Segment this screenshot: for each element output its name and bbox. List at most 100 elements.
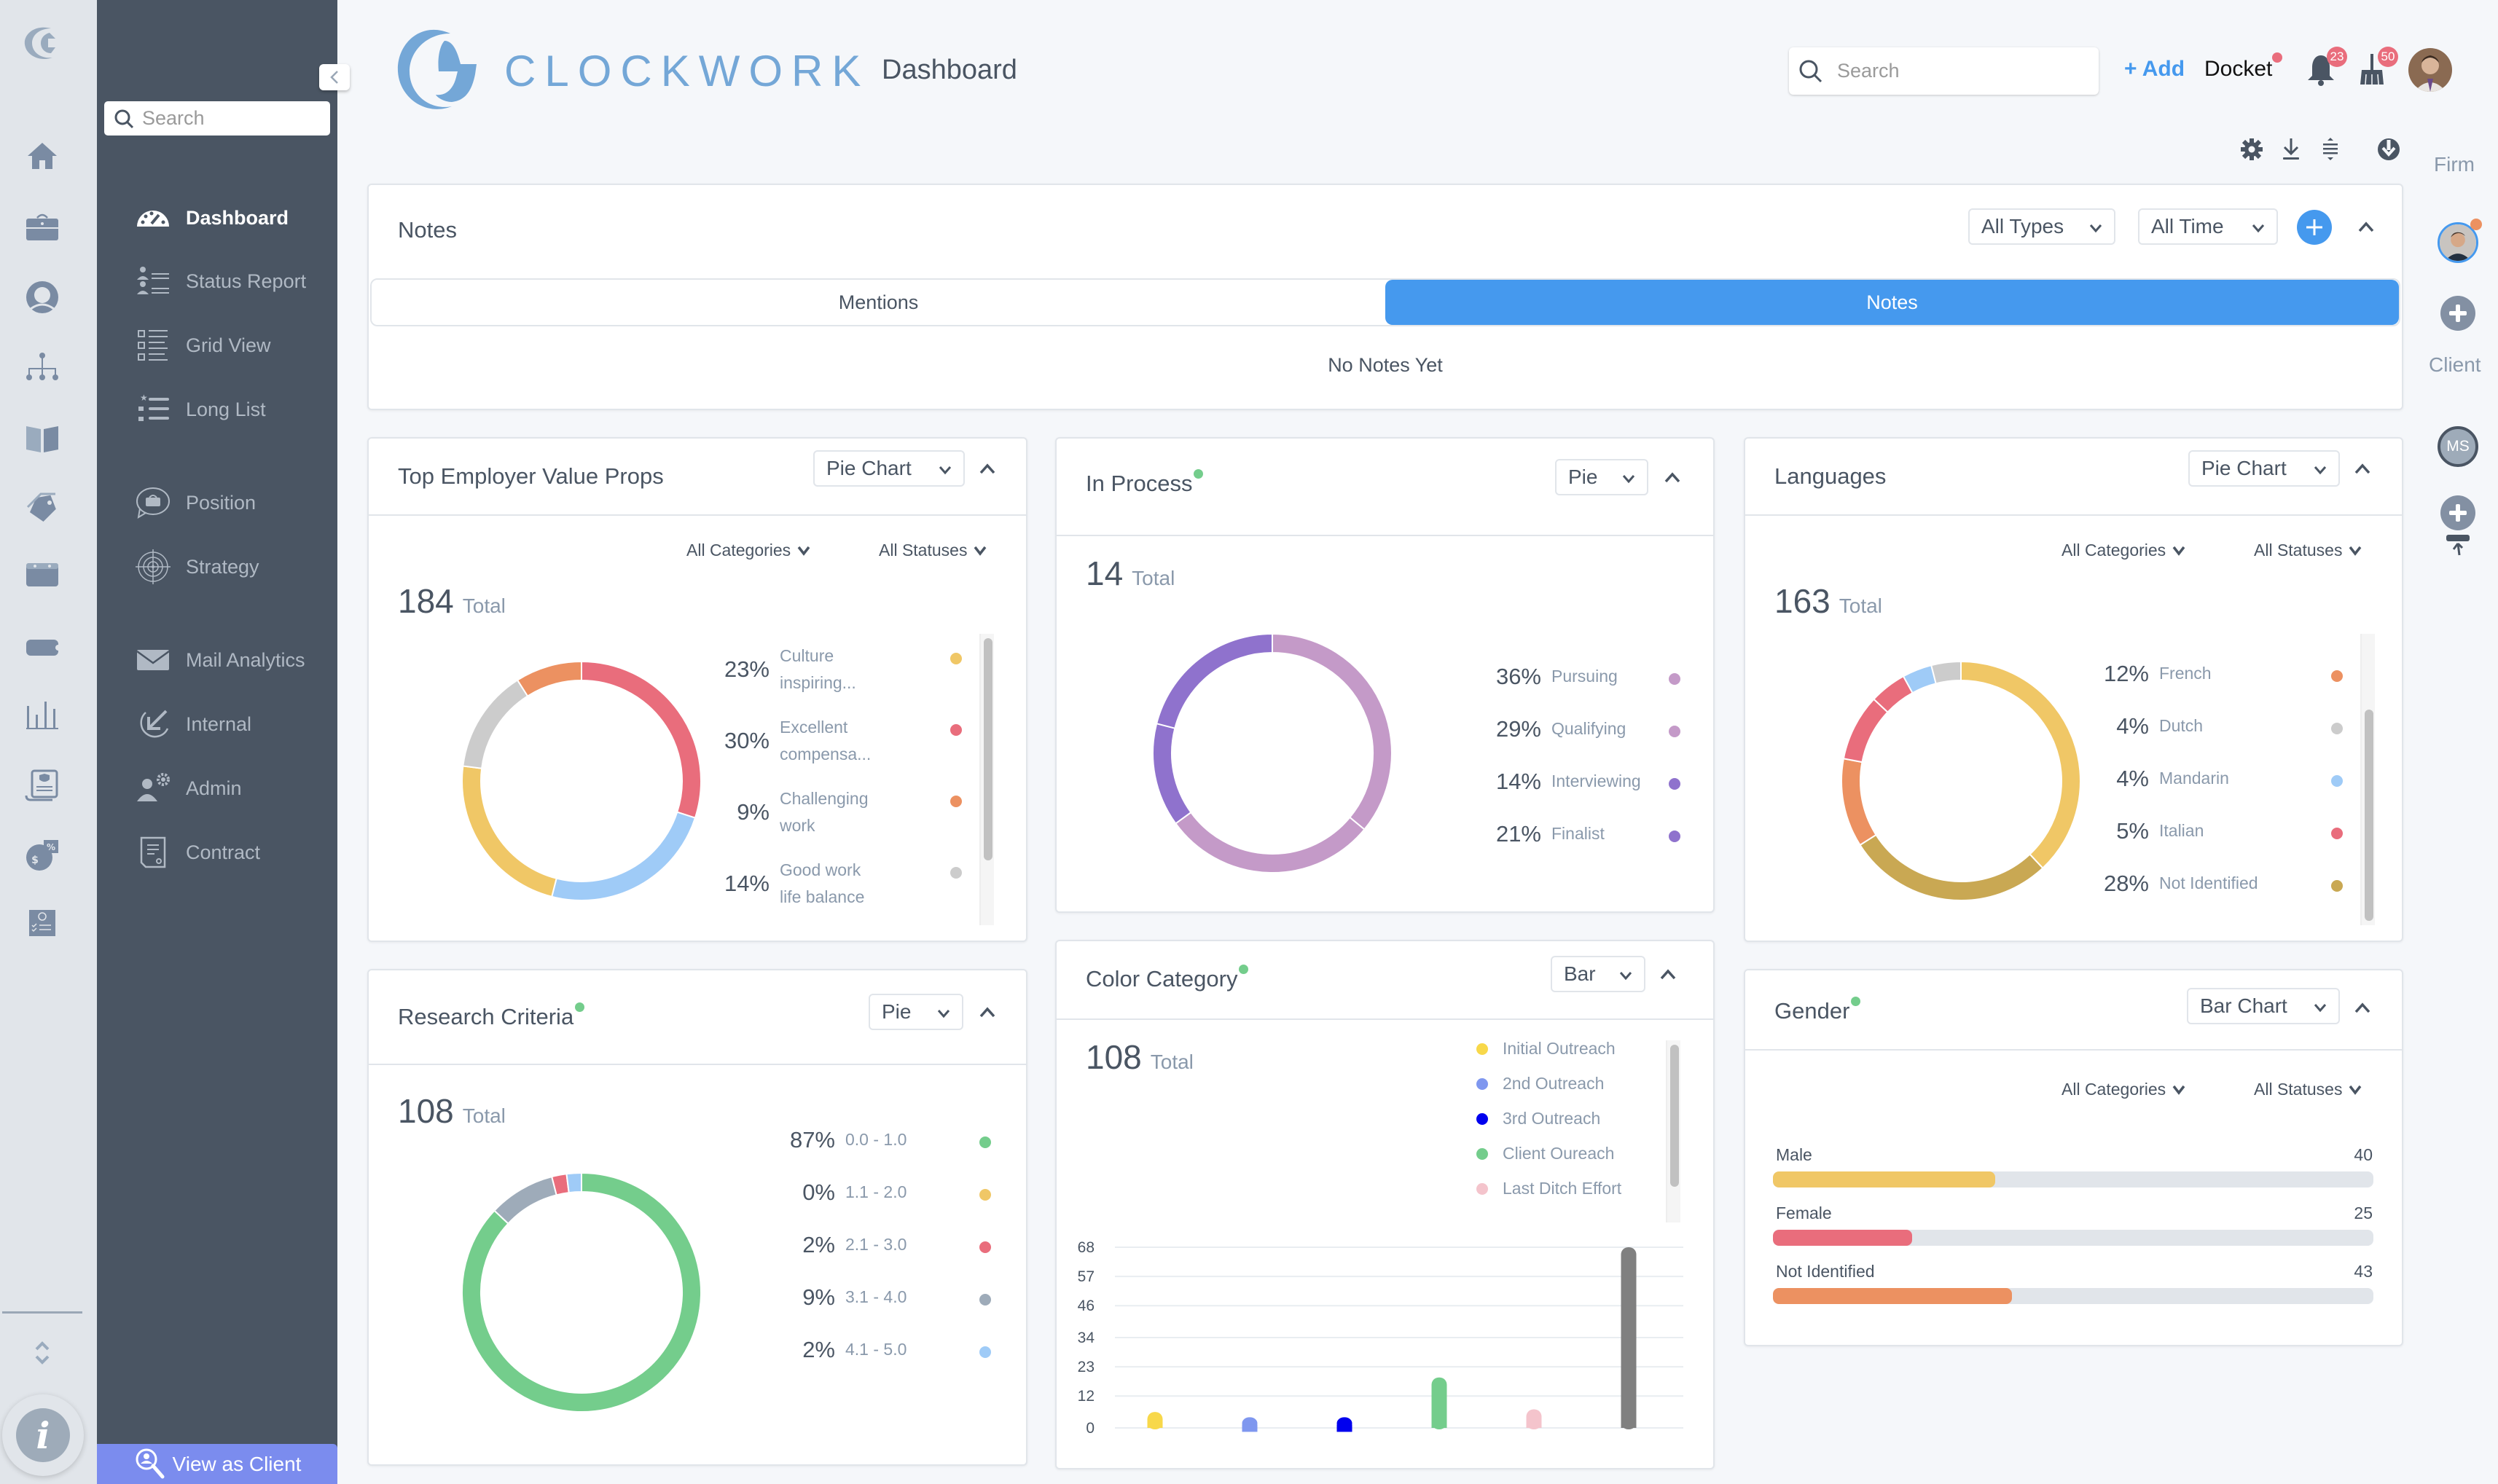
bar-fill[interactable] [1773,1230,1912,1246]
categories-filter[interactable]: All Categories [2062,1080,2186,1099]
clockwork-logo-icon[interactable] [22,25,68,60]
settings-button[interactable] [2237,135,2266,164]
statuses-filter[interactable]: All Statuses [879,541,987,560]
sidebar-item-long-list[interactable]: ★ Long List [135,388,266,431]
add-client-contact-button[interactable] [2440,495,2475,530]
legend-item[interactable]: 4% Mandarin [2091,765,2261,792]
legend-item[interactable]: 23% Culture inspiring... [711,643,882,696]
donut-slice[interactable] [1960,660,2081,869]
notes-type-select[interactable]: All Types [1968,208,2115,245]
notes-time-select[interactable]: All Time [2138,208,2278,245]
header-search-input[interactable] [1837,60,2085,82]
chart-type-select[interactable]: Bar Chart [2187,988,2340,1024]
add-button[interactable]: + Add [2124,57,2185,82]
header-search[interactable] [1789,47,2099,95]
chart-type-select[interactable]: Pie [869,994,963,1030]
view-as-client-button[interactable]: View as Client [97,1444,337,1484]
org-chart-icon[interactable] [23,348,61,386]
collapse-card-icon[interactable] [2353,462,2372,476]
donut-slice[interactable] [493,1175,557,1225]
download-button[interactable] [2276,135,2306,164]
client-initials-avatar[interactable]: MS [2438,426,2478,467]
sidebar-item-dashboard[interactable]: Dashboard [135,196,289,240]
legend-item[interactable]: 30% Excellent compensa... [711,714,882,768]
add-note-button[interactable] [2297,210,2332,245]
legend-item[interactable]: 9% 3.1 - 4.0 [777,1284,947,1311]
legend-item[interactable]: 3rd Outreach [1476,1109,1600,1128]
collapse-card-icon[interactable] [978,1005,997,1020]
donut-slice[interactable] [1841,758,1877,847]
statuses-filter[interactable]: All Statuses [2254,1080,2362,1099]
legend-item[interactable]: Initial Outreach [1476,1039,1616,1059]
sidebar-search-input[interactable] [142,107,317,130]
tab-notes[interactable]: Notes [1385,280,2399,325]
bar-chart-icon[interactable] [23,696,61,734]
legend-scrollbar[interactable] [2360,634,2375,925]
donut-slice[interactable] [462,679,529,769]
collapse-card-icon[interactable] [978,462,997,476]
sidebar-item-strategy[interactable]: Strategy [135,545,259,589]
report-icon[interactable] [23,907,61,945]
legend-item[interactable]: 28% Not Identified [2091,870,2261,897]
pin-to-top-icon[interactable] [2443,533,2472,558]
donut-slice[interactable] [1930,660,1962,685]
scrollbar-thumb[interactable] [2365,710,2373,921]
bar-fill[interactable] [1773,1288,2013,1304]
legend-item[interactable]: 9% Challenging work [711,785,882,839]
legend-item[interactable]: 2nd Outreach [1476,1074,1604,1094]
docket-button[interactable]: Docket [2204,52,2283,82]
ticket-icon[interactable] [23,628,61,666]
categories-filter[interactable]: All Categories [686,541,811,560]
add-firm-contact-button[interactable] [2440,296,2475,331]
briefcase-icon[interactable] [23,208,61,246]
donut-slice[interactable] [516,660,582,697]
donut-slice[interactable] [1152,722,1192,825]
collapse-card-icon[interactable] [1659,967,1677,982]
legend-item[interactable]: 36% Pursuing [1483,663,1653,690]
legend-item[interactable]: 29% Qualifying [1483,715,1653,742]
legend-item[interactable]: 12% French [2091,660,2261,687]
bar[interactable] [1621,1247,1637,1429]
legend-scrollbar[interactable] [979,634,994,925]
sidebar-item-mail-analytics[interactable]: Mail Analytics [135,638,305,682]
bar-fill[interactable] [1773,1171,1996,1187]
chart-type-select[interactable]: Pie Chart [2188,450,2340,487]
sidebar-item-contract[interactable]: Contract [135,831,260,874]
tag-icon[interactable] [23,488,61,526]
chart-type-select[interactable]: Bar [1551,956,1645,992]
legend-item[interactable]: 4% Dutch [2091,712,2261,739]
chart-type-select[interactable]: Pie Chart [813,450,965,487]
donut-slice[interactable] [1859,833,2044,901]
legend-item[interactable]: 14% Good work life balance [711,857,882,911]
legend-item[interactable]: 21% Finalist [1483,820,1653,847]
donut-slice[interactable] [565,1171,582,1194]
donut-slice[interactable] [1272,632,1393,831]
cleanup-button[interactable]: 50 [2356,47,2398,87]
legend-item[interactable]: 87% 0.0 - 1.0 [777,1126,947,1153]
sidebar-search[interactable] [104,101,330,136]
user-avatar[interactable] [2408,48,2452,92]
certificate-icon[interactable] [23,766,61,804]
home-icon[interactable] [23,137,61,175]
legend-item[interactable]: Client Oureach [1476,1144,1614,1163]
finance-pie-icon[interactable]: % $ [23,836,61,873]
donut-slice[interactable] [461,765,557,898]
collapse-card-icon[interactable] [1663,471,1682,485]
scrollbar-thumb[interactable] [1670,1045,1679,1187]
categories-filter[interactable]: All Categories [2062,541,2186,560]
sidebar-item-grid-view[interactable]: Grid View [135,323,271,367]
collapse-card-icon[interactable] [2353,1001,2372,1016]
legend-scrollbar[interactable] [1666,1040,1680,1222]
legend-item[interactable]: 5% Italian [2091,817,2261,844]
collapse-notes-icon[interactable] [2357,220,2376,235]
donut-slice[interactable] [550,811,697,901]
legend-item[interactable]: Last Ditch Effort [1476,1179,1621,1198]
expand-collapse-button[interactable] [2316,135,2345,164]
statuses-filter[interactable]: All Statuses [2254,541,2362,560]
scrollbar-thumb[interactable] [984,638,992,860]
legend-item[interactable]: 14% Interviewing [1483,768,1653,795]
sidebar-item-position[interactable]: Position [135,481,256,525]
power-download-button[interactable] [2374,135,2403,164]
brand-logo[interactable]: CLOCKWORK [394,26,869,115]
calendar-icon[interactable] [23,557,61,595]
